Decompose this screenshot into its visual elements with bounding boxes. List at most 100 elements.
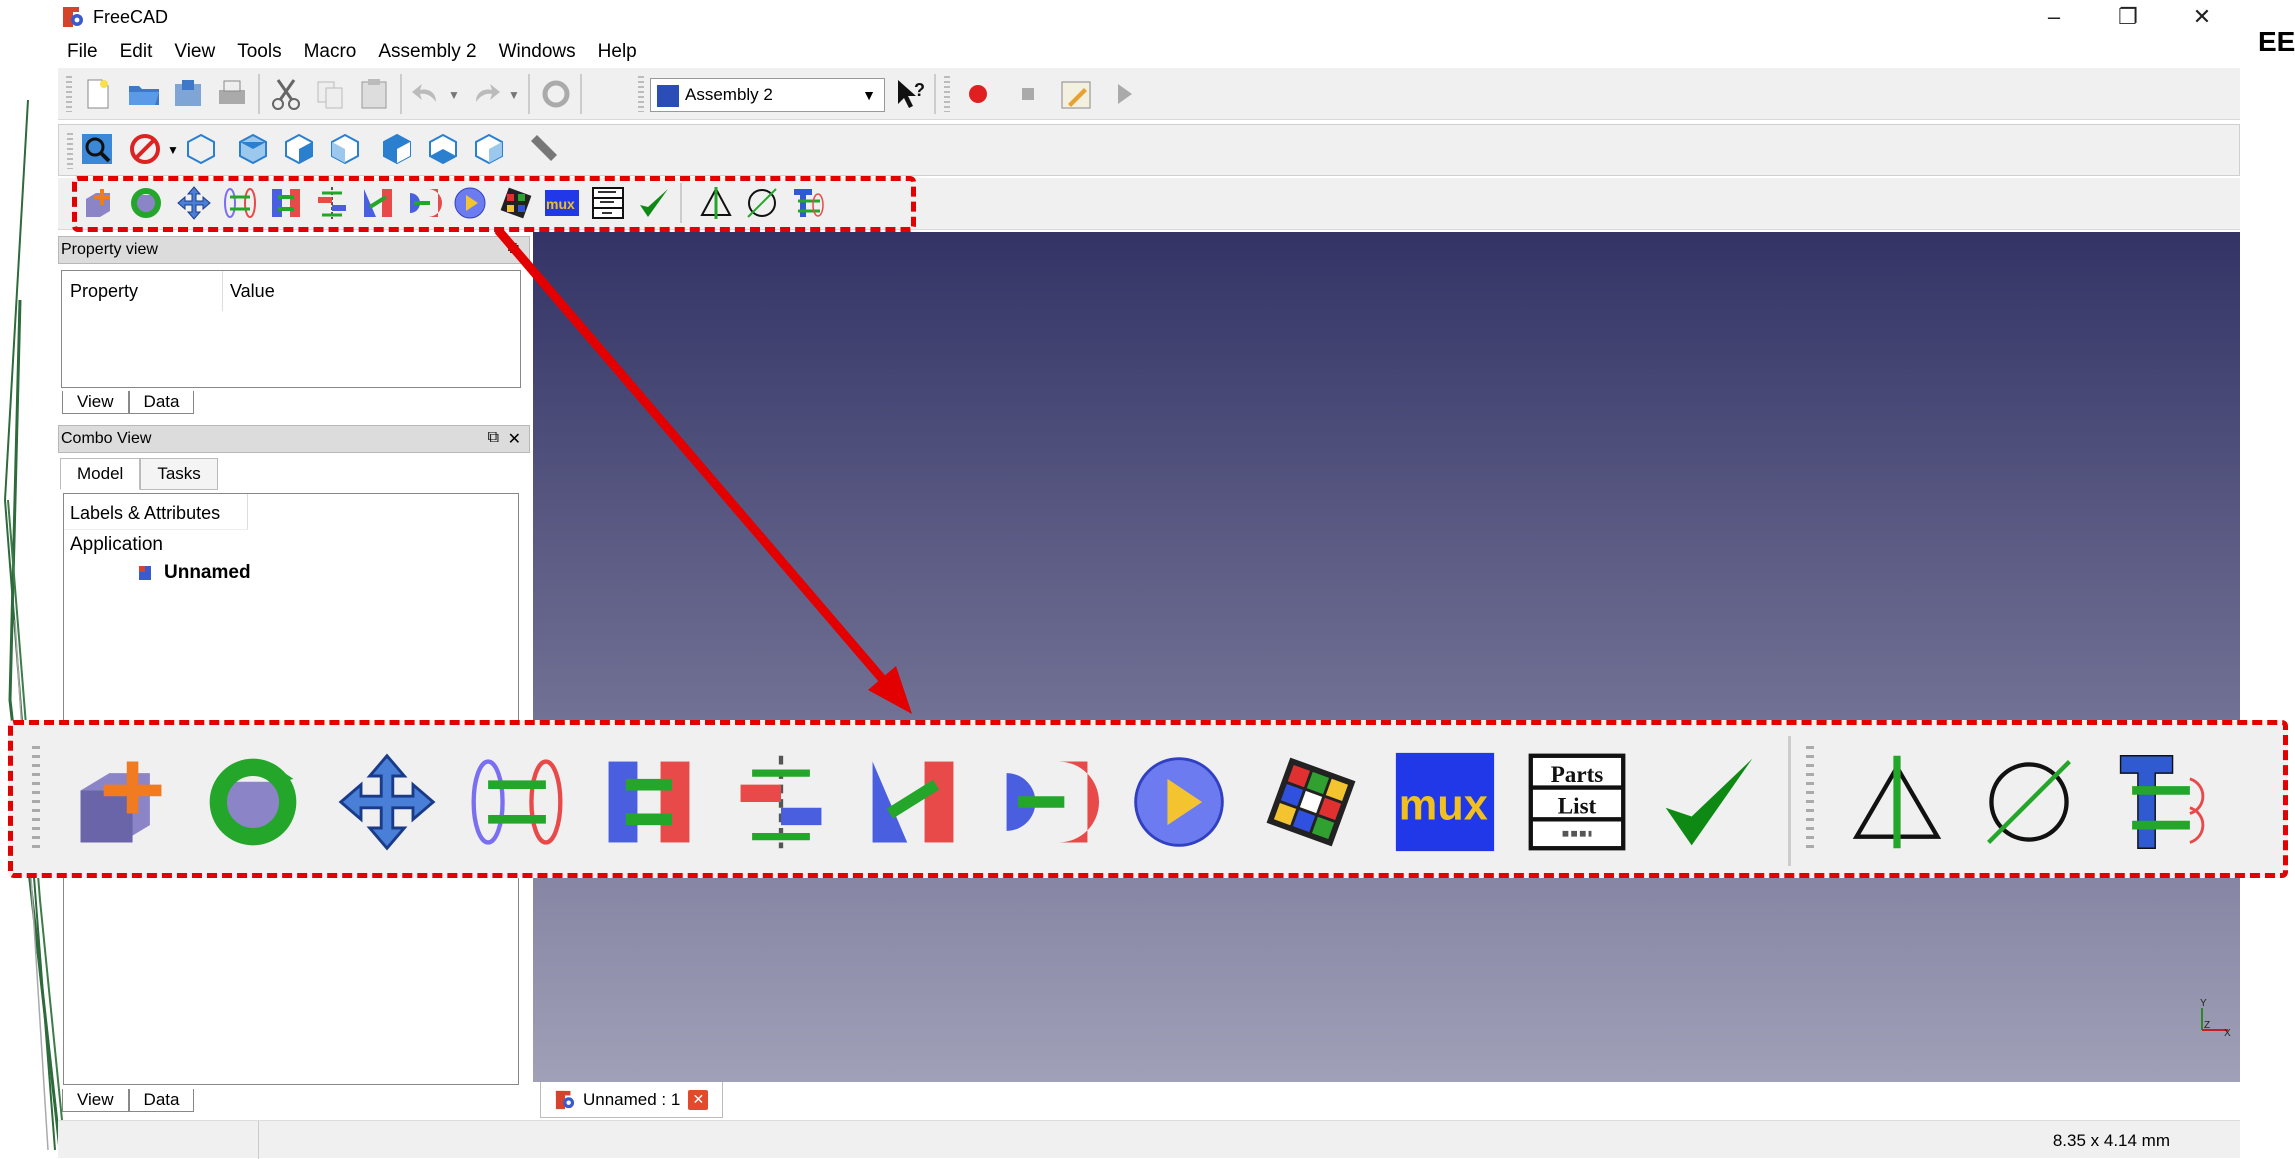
view-front-icon[interactable] bbox=[235, 131, 271, 167]
copy-icon[interactable] bbox=[312, 76, 348, 112]
tab-view[interactable]: View bbox=[62, 391, 129, 414]
menu-help[interactable]: Help bbox=[589, 39, 646, 65]
property-column-header: Property bbox=[70, 281, 139, 301]
freecad-logo-icon bbox=[63, 7, 83, 27]
toolbar-separator bbox=[580, 74, 582, 114]
view-top-icon[interactable] bbox=[281, 131, 317, 167]
import-part-icon bbox=[80, 761, 162, 843]
menu-macro[interactable]: Macro bbox=[295, 39, 366, 65]
axis-cross-icon: Y Z X bbox=[2200, 998, 2231, 1038]
tab-tasks[interactable]: Tasks bbox=[140, 458, 218, 490]
document-tab[interactable]: Unnamed : 1 ✕ bbox=[540, 1082, 724, 1118]
axial-constraint-icon bbox=[740, 755, 822, 849]
menu-view[interactable]: View bbox=[165, 39, 224, 65]
close-icon[interactable]: ✕ bbox=[508, 429, 521, 449]
property-table[interactable]: Property Value bbox=[61, 270, 521, 388]
toolbar-grip bbox=[32, 746, 40, 850]
axis-x-label: X bbox=[2224, 1028, 2231, 1038]
cut-icon[interactable] bbox=[268, 76, 304, 112]
value-column-header: Value bbox=[230, 281, 275, 301]
document-icon bbox=[139, 566, 151, 580]
toolbar-separator bbox=[258, 74, 260, 114]
toolbar-grip[interactable] bbox=[67, 133, 73, 169]
save-icon[interactable] bbox=[170, 76, 206, 112]
toolbar-separator bbox=[934, 74, 936, 114]
view-left-icon[interactable] bbox=[471, 131, 507, 167]
stop-macro-icon[interactable] bbox=[1010, 76, 1046, 112]
view-size-readout: 8.35 x 4.14 mm bbox=[2052, 1131, 2170, 1150]
paste-icon[interactable] bbox=[356, 76, 392, 112]
column-divider bbox=[222, 271, 223, 311]
close-button[interactable]: ✕ bbox=[2172, 0, 2232, 34]
tree-item-document[interactable]: Unnamed bbox=[136, 562, 251, 584]
window-title: FreeCAD bbox=[93, 7, 169, 27]
tree-item-application[interactable]: Application bbox=[70, 534, 163, 556]
status-divider bbox=[258, 1121, 259, 1159]
undo-dropdown-icon[interactable]: ▼ bbox=[448, 88, 460, 102]
status-bar: 8.35 x 4.14 mm bbox=[58, 1120, 2240, 1159]
workbench-selector-label: Assembly 2 bbox=[685, 85, 773, 104]
parts-list-bottom-label: List bbox=[1558, 793, 1597, 819]
axis-z-label: Z bbox=[2204, 1020, 2210, 1031]
update-part-icon bbox=[209, 758, 297, 846]
draw-style-dropdown-icon[interactable]: ▼ bbox=[167, 143, 179, 157]
minimize-button[interactable]: – bbox=[2024, 0, 2084, 34]
tab-data[interactable]: Data bbox=[128, 391, 195, 414]
draw-style-icon[interactable] bbox=[127, 131, 163, 167]
parts-list-icon: Parts List bbox=[1528, 753, 1626, 851]
check-assembly-icon bbox=[1665, 758, 1753, 846]
3d-viewport[interactable] bbox=[533, 232, 2240, 1082]
move-part-icon bbox=[338, 753, 436, 851]
menu-bar: File Edit View Tools Macro Assembly 2 Wi… bbox=[58, 36, 646, 68]
menu-assembly2[interactable]: Assembly 2 bbox=[369, 39, 485, 65]
restore-button[interactable]: ❐ bbox=[2098, 0, 2158, 34]
toolbar-grip[interactable] bbox=[944, 76, 950, 112]
view-rear-icon[interactable] bbox=[379, 131, 415, 167]
combo-view-tabs: Model Tasks bbox=[60, 458, 218, 490]
bolt-constraint-icon bbox=[2119, 755, 2205, 849]
toolbar-grip[interactable] bbox=[638, 76, 644, 112]
combo-view-title: Combo View bbox=[61, 430, 152, 447]
tree-column-header: Labels & Attributes bbox=[64, 494, 248, 530]
menu-windows[interactable]: Windows bbox=[490, 39, 585, 65]
redo-icon[interactable] bbox=[468, 76, 504, 112]
view-isometric-icon[interactable] bbox=[183, 131, 219, 167]
svg-text:?: ? bbox=[914, 80, 925, 100]
print-icon[interactable] bbox=[214, 76, 250, 112]
tab-model[interactable]: Model bbox=[60, 458, 141, 490]
file-toolbar: ▼ ▼ ? bbox=[58, 68, 2240, 120]
menu-edit[interactable]: Edit bbox=[111, 39, 162, 65]
angle-constraint-icon bbox=[872, 761, 954, 843]
undock-icon[interactable]: ⧉ bbox=[508, 240, 519, 258]
restore-icon: ❐ bbox=[2118, 4, 2138, 29]
measure-icon[interactable] bbox=[525, 131, 561, 167]
tab-data[interactable]: Data bbox=[128, 1089, 195, 1112]
undo-icon[interactable] bbox=[408, 76, 444, 112]
workbench-selector[interactable]: Assembly 2 ▼ bbox=[650, 78, 885, 112]
execute-macro-icon[interactable] bbox=[1106, 76, 1142, 112]
new-file-icon[interactable] bbox=[80, 76, 116, 112]
tab-view[interactable]: View bbox=[62, 1089, 129, 1112]
menu-file[interactable]: File bbox=[58, 39, 107, 65]
view-right-icon[interactable] bbox=[327, 131, 363, 167]
open-folder-icon[interactable] bbox=[126, 76, 162, 112]
assembly-workbench-icon bbox=[657, 85, 679, 107]
record-macro-icon[interactable] bbox=[960, 76, 996, 112]
view-toolbar: ▼ bbox=[58, 124, 2240, 176]
minimize-icon: – bbox=[2047, 4, 2061, 29]
view-bottom-icon[interactable] bbox=[425, 131, 461, 167]
close-tab-icon[interactable]: ✕ bbox=[688, 1089, 709, 1110]
whats-this-icon[interactable]: ? bbox=[892, 76, 928, 112]
edit-macro-icon[interactable] bbox=[1058, 76, 1094, 112]
plane-constraint-icon bbox=[608, 761, 690, 843]
flip-direction-icon bbox=[1852, 755, 1942, 849]
redo-dropdown-icon[interactable]: ▼ bbox=[508, 88, 520, 102]
mux-assembly-icon: mux bbox=[1395, 752, 1495, 852]
fit-all-icon[interactable] bbox=[79, 131, 115, 167]
axis-y-label: Y bbox=[2200, 998, 2207, 1009]
menu-tools[interactable]: Tools bbox=[228, 39, 290, 65]
refresh-icon[interactable] bbox=[538, 76, 574, 112]
degrees-of-freedom-icon bbox=[1266, 757, 1356, 847]
undock-icon[interactable]: ⧉ bbox=[488, 429, 499, 447]
toolbar-grip[interactable] bbox=[66, 76, 72, 112]
